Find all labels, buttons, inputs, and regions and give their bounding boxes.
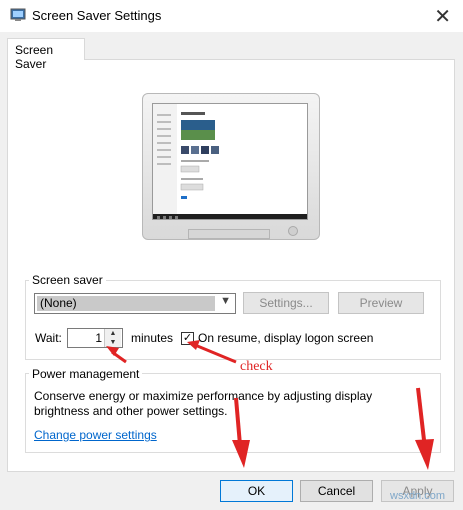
- watermark: wsxdn.com: [390, 490, 446, 502]
- annotation-arrow-apply: [416, 387, 426, 441]
- annotation-arrowhead-ok: [232, 440, 250, 468]
- annotation-check-label: check: [240, 359, 273, 374]
- annotation-arrow-ok: [234, 397, 242, 446]
- annotation-arrowhead-apply: [415, 439, 434, 470]
- tab-screen-saver[interactable]: Screen Saver: [7, 38, 85, 71]
- annotation-arrow-checkbox: [194, 343, 237, 364]
- annotation-overlay: [106, 340, 434, 470]
